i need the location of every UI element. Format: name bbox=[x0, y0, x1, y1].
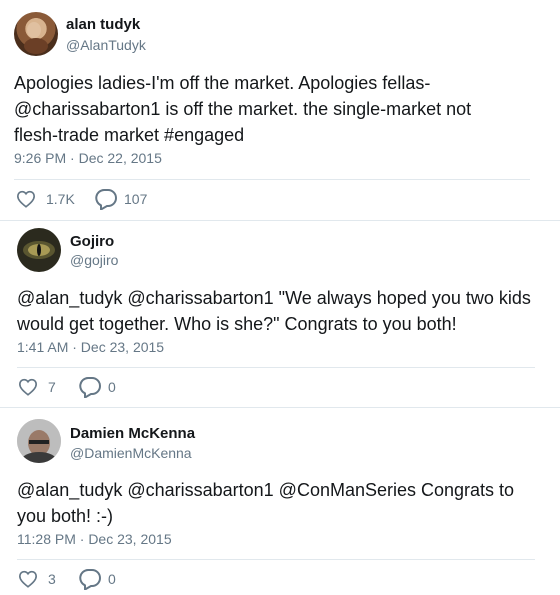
avatar-damien-mckenna[interactable] bbox=[17, 419, 61, 463]
reply-button[interactable]: 0 bbox=[78, 376, 116, 398]
avatar-photo bbox=[17, 419, 61, 463]
avatar-photo bbox=[23, 241, 55, 259]
reply-count: 0 bbox=[108, 571, 116, 587]
tweet-text: @alan_tudyk @charissabarton1 "We always … bbox=[17, 288, 531, 334]
avatar-photo bbox=[24, 22, 48, 54]
author-handle[interactable]: @DamienMcKenna bbox=[70, 445, 192, 461]
tweet-damien-mckenna: Damien McKenna @DamienMcKenna @alan_tudy… bbox=[0, 408, 560, 595]
like-count: 3 bbox=[48, 571, 56, 587]
reply-button[interactable]: 0 bbox=[78, 568, 116, 590]
tweet-timestamp[interactable]: 1:41 AM · Dec 23, 2015 bbox=[17, 339, 164, 355]
like-button[interactable]: 7 bbox=[18, 378, 56, 396]
like-button[interactable]: 3 bbox=[18, 570, 56, 588]
author-name[interactable]: alan tudyk bbox=[66, 16, 140, 33]
like-button[interactable]: 1.7K bbox=[16, 190, 75, 208]
reply-count: 107 bbox=[124, 191, 148, 207]
divider bbox=[17, 559, 535, 560]
tweet-text: Apologies ladies-I'm off the market. Apo… bbox=[14, 73, 472, 145]
tweet-timestamp[interactable]: 11:28 PM · Dec 23, 2015 bbox=[17, 531, 172, 547]
avatar-gojiro[interactable] bbox=[17, 228, 61, 272]
author-handle[interactable]: @gojiro bbox=[70, 252, 118, 268]
speech-bubble-icon bbox=[95, 189, 117, 210]
author-name[interactable]: Gojiro bbox=[70, 233, 114, 250]
tweet-alan-tudyk: alan tudyk @AlanTudyk Apologies ladies-I… bbox=[0, 0, 560, 220]
heart-outline-icon bbox=[18, 570, 38, 588]
tweet-gojiro: Gojiro @gojiro @alan_tudyk @charissabart… bbox=[0, 221, 560, 407]
author-name[interactable]: Damien McKenna bbox=[70, 425, 195, 442]
heart-outline-icon bbox=[18, 378, 38, 396]
reply-count: 0 bbox=[108, 379, 116, 395]
speech-bubble-icon bbox=[79, 377, 101, 398]
like-count: 7 bbox=[48, 379, 56, 395]
heart-outline-icon bbox=[16, 190, 36, 208]
tweet-timestamp[interactable]: 9:26 PM · Dec 22, 2015 bbox=[14, 150, 162, 166]
tweet-text: @alan_tudyk @charissabarton1 @ConManSeri… bbox=[17, 480, 515, 526]
like-count: 1.7K bbox=[46, 191, 75, 207]
speech-bubble-icon bbox=[79, 569, 101, 590]
divider bbox=[14, 179, 530, 180]
divider bbox=[17, 367, 535, 368]
avatar-alan-tudyk[interactable] bbox=[14, 12, 58, 56]
author-handle[interactable]: @AlanTudyk bbox=[66, 37, 146, 53]
reply-button[interactable]: 107 bbox=[94, 188, 147, 210]
